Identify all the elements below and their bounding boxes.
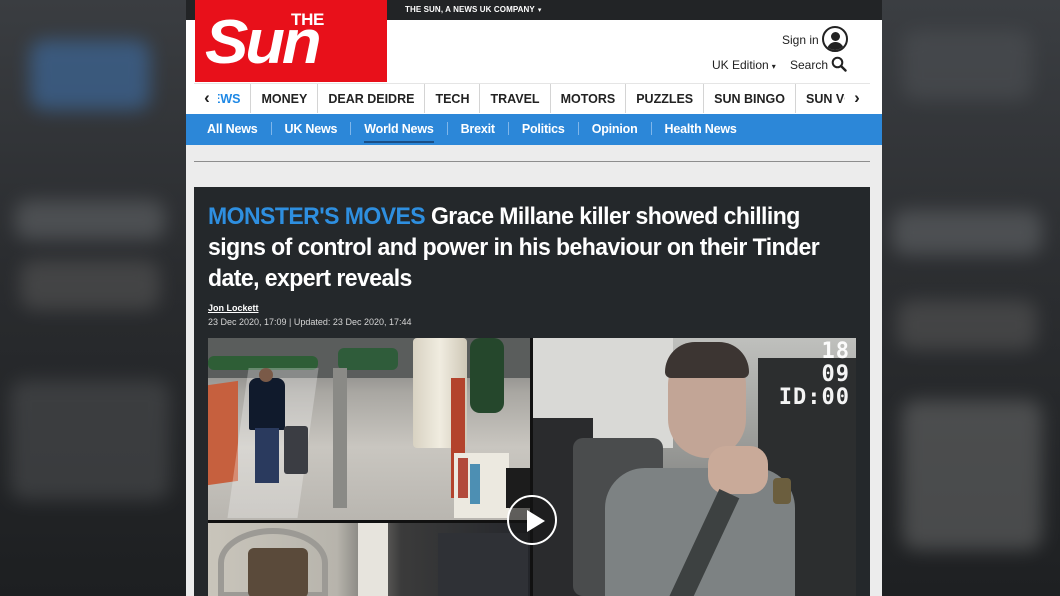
chevron-left-icon[interactable]: ‹	[196, 84, 218, 113]
subnav-item-opinion[interactable]: Opinion	[579, 114, 651, 145]
play-icon[interactable]	[507, 495, 557, 545]
subnav-item-all-news[interactable]: All News	[194, 114, 271, 145]
subnav-item-world-news[interactable]: World News	[351, 114, 446, 145]
nav-item-motors[interactable]: MOTORS	[549, 84, 626, 113]
company-menu[interactable]: THE SUN, A NEWS UK COMPANY ▾	[405, 5, 542, 14]
primary-nav-items: EWSMONEYDEAR DEIDRETECHTRAVELMOTORSPUZZL…	[218, 84, 845, 113]
account-icon[interactable]	[822, 26, 848, 52]
primary-nav: ‹ EWSMONEYDEAR DEIDRETECHTRAVELMOTORSPUZ…	[194, 83, 870, 113]
video-frame-closeup	[208, 523, 530, 596]
article-timestamp: 23 Dec 2020, 17:09 | Updated: 23 Dec 202…	[208, 317, 412, 327]
nav-item-puzzles[interactable]: PUZZLES	[625, 84, 703, 113]
author-link[interactable]: Jon Lockett	[208, 303, 259, 313]
caret-down-icon: ▾	[537, 7, 542, 14]
nav-item-tech[interactable]: TECH	[424, 84, 479, 113]
news-page: THE SUN, A NEWS UK COMPANY ▾ Sun THE Sign…	[186, 0, 882, 596]
nav-item-money[interactable]: MONEY	[250, 84, 317, 113]
background-left	[0, 0, 186, 596]
nav-item-sun-bingo[interactable]: SUN BINGO	[703, 84, 795, 113]
subnav-item-politics[interactable]: Politics	[509, 114, 578, 145]
edition-selector[interactable]: UK Edition ▾	[712, 58, 776, 72]
article-header: MONSTER'S MOVES Grace Millane killer sho…	[194, 187, 870, 596]
logo-the-text: THE	[291, 10, 325, 29]
background-right	[882, 0, 1060, 596]
caret-down-icon: ▾	[771, 62, 776, 71]
video-frame-mall	[208, 338, 530, 520]
nav-item-sun-vouchers[interactable]: SUN VOUCHERS	[795, 84, 845, 113]
search-icon[interactable]	[831, 56, 847, 72]
video-player[interactable]: 18 09 ID:00	[208, 338, 856, 596]
secondary-nav: All News UK News World News Brexit Politics O…	[186, 114, 882, 145]
nav-item-travel[interactable]: TRAVEL	[479, 84, 549, 113]
nav-item-dear-deidre[interactable]: DEAR DEIDRE	[317, 84, 424, 113]
subnav-item-health-news[interactable]: Health News	[652, 114, 750, 145]
article-headline[interactable]: MONSTER'S MOVES Grace Millane killer sho…	[208, 201, 821, 294]
article-kicker: MONSTER'S MOVES	[208, 203, 426, 230]
sign-in-link[interactable]: Sign in	[782, 33, 819, 47]
chevron-right-icon[interactable]: ›	[846, 84, 868, 113]
subnav-item-uk-news[interactable]: UK News	[272, 114, 351, 145]
the-sun-logo[interactable]: Sun THE	[195, 0, 387, 82]
subnav-item-brexit[interactable]: Brexit	[448, 114, 508, 145]
divider	[194, 161, 870, 162]
nav-item-ews[interactable]: EWS	[218, 84, 250, 113]
search-link[interactable]: Search	[790, 58, 828, 72]
secondary-nav-items: All News UK News World News Brexit Politics O…	[194, 114, 750, 145]
cctv-overlay: 18 09 ID:00	[778, 339, 850, 410]
